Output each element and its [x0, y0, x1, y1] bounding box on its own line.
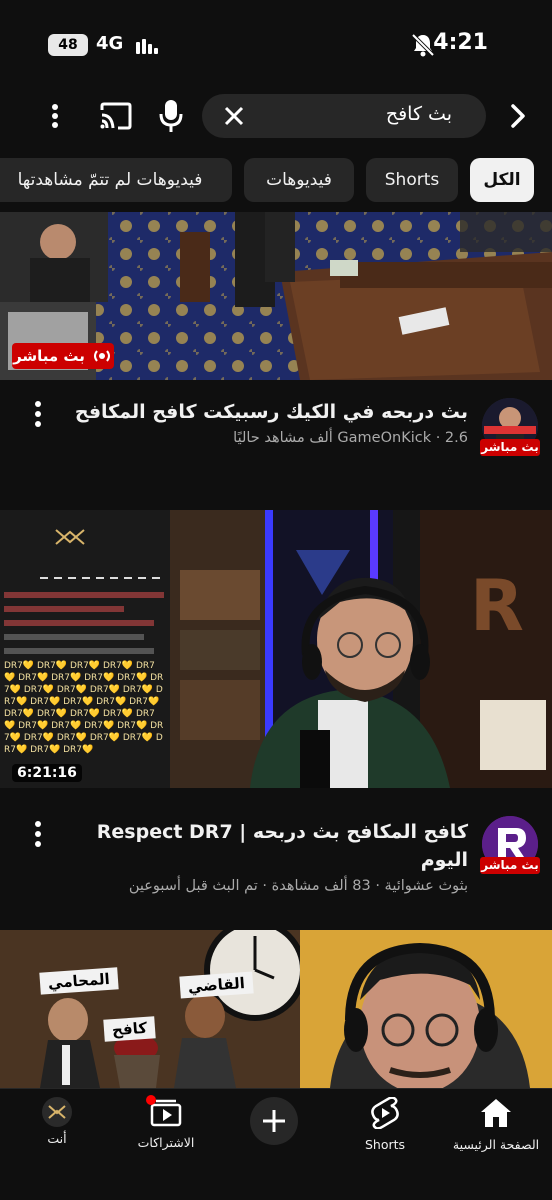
- chat-repeat-13: DR7: [89, 685, 109, 695]
- chat-repeat-11: DR7: [23, 685, 43, 695]
- avatar-logo-icon: [48, 1105, 66, 1119]
- video-title-2-line1[interactable]: كافح المكافح بث دربحه | Respect DR7: [48, 818, 468, 846]
- nav-home-label: الصفحة الرئيسية: [452, 1137, 540, 1152]
- nav-subscriptions[interactable]: الاشتراكات: [128, 1095, 204, 1150]
- chat-repeat-1: DR7: [4, 661, 23, 671]
- chip-all[interactable]: الكل: [470, 158, 534, 202]
- video-title-1[interactable]: بث دربحه في الكيك رسبيكت كافح المكافح: [48, 398, 468, 426]
- live-badge-label: بث مباشر: [13, 347, 85, 365]
- chat-repeat-3: DR7: [70, 661, 89, 671]
- chat-repeat-26: DR7: [51, 721, 70, 731]
- video-menu-2[interactable]: [30, 820, 46, 848]
- video-menu-1[interactable]: [30, 400, 46, 428]
- video-meta-2: بثوث عشوائية · 83 ألف مشاهدة · تم البث ق…: [128, 878, 468, 894]
- search-header: بث كافح: [0, 92, 552, 142]
- chevron-right-icon: [511, 104, 525, 128]
- status-bar: 48 4G 4:21: [0, 0, 552, 90]
- chat-repeat-30: DR7: [23, 733, 43, 743]
- filter-chips: الكل Shorts فيديوهات فيديوهات لم تتمّ مش…: [0, 158, 552, 202]
- chat-repeat-32: DR7: [89, 733, 109, 743]
- notification-dot: [146, 1095, 156, 1105]
- cast-icon: [100, 102, 132, 130]
- chat-repeat-9: DR7: [117, 673, 136, 683]
- chat-repeat-22: DR7: [70, 709, 89, 719]
- video-thumbnail-1[interactable]: بث مباشر: [0, 212, 552, 380]
- voice-search-button[interactable]: [154, 96, 188, 136]
- video-thumbnail-3[interactable]: المحامي القاضي كافح: [0, 930, 552, 1088]
- chat-repeat-19: DR7: [129, 697, 148, 707]
- create-button[interactable]: [250, 1097, 298, 1145]
- chat-repeat-33: DR7: [122, 733, 142, 743]
- battery-indicator: 48: [48, 34, 88, 56]
- chat-repeat-28: DR7: [117, 721, 136, 731]
- chat-repeat-5: DR7: [136, 661, 155, 671]
- chat-repeat-4: DR7: [103, 661, 122, 671]
- home-icon: [481, 1099, 511, 1127]
- chat-repeat-21: DR7: [37, 709, 56, 719]
- chat-repeat-8: DR7: [84, 673, 103, 683]
- clock: 4:21: [433, 30, 488, 55]
- chat-repeat-2: DR7: [37, 661, 56, 671]
- chat-repeat-31: DR7: [56, 733, 76, 743]
- create-plus-icon: [263, 1110, 285, 1132]
- mute-bell-icon: [411, 33, 435, 57]
- bottom-navigation: الصفحة الرئيسية Shorts الاشتراكات أنت: [0, 1088, 552, 1200]
- chip-shorts[interactable]: Shorts: [366, 158, 458, 202]
- shorts-icon: [371, 1096, 399, 1130]
- nav-you-label: أنت: [47, 1131, 67, 1146]
- nav-subscriptions-label: الاشتراكات: [137, 1135, 195, 1150]
- chat-repeat-7: DR7: [51, 673, 70, 683]
- more-options-button[interactable]: [40, 98, 70, 134]
- avatar-live-badge: بث مباشر: [480, 439, 540, 456]
- microphone-icon: [159, 100, 183, 132]
- chip-unwatched[interactable]: فيديوهات لم تتمّ مشاهدتها: [0, 158, 232, 202]
- chip-videos[interactable]: فيديوهات: [244, 158, 354, 202]
- search-input[interactable]: بث كافح: [202, 94, 486, 138]
- search-query: بث كافح: [385, 103, 452, 125]
- thumbnail-image-3: [0, 930, 552, 1088]
- live-badge: بث مباشر: [12, 343, 114, 369]
- chat-repeat-25: DR7: [18, 721, 37, 731]
- chat-repeat-18: DR7: [96, 697, 115, 707]
- close-icon: [224, 106, 244, 126]
- avatar-live-badge-2: بث مباشر: [480, 857, 540, 874]
- cast-button[interactable]: [96, 98, 136, 134]
- svg-text:R: R: [470, 565, 524, 647]
- chat-repeat-20: DR7: [4, 709, 23, 719]
- chat-overlay: DR7💛 DR7💛 DR7💛 DR7💛 DR7💛 DR7💛 DR7💛 DR7💛 …: [4, 661, 164, 755]
- nav-home[interactable]: الصفحة الرئيسية: [450, 1097, 542, 1152]
- clear-search-button[interactable]: [220, 102, 248, 130]
- nav-you[interactable]: أنت: [36, 1097, 78, 1146]
- video-info-2: بث مباشر كافح المكافح بث دربحه | Respect…: [0, 800, 552, 910]
- chat-repeat-16: DR7: [30, 697, 49, 707]
- video-title-2-line2[interactable]: اليوم: [48, 846, 468, 874]
- network-type: 4G: [96, 33, 124, 54]
- nav-shorts-label: Shorts: [364, 1137, 406, 1152]
- video-meta-1: GameOnKick · 2.6 ألف مشاهد حاليًا: [233, 430, 468, 446]
- chat-repeat-36: DR7: [63, 745, 82, 755]
- video-duration: 6:21:16: [12, 764, 82, 782]
- signal-icon: [136, 39, 158, 54]
- more-vert-icon: [52, 104, 58, 128]
- chat-repeat-14: DR7: [122, 685, 142, 695]
- nav-create[interactable]: [250, 1097, 302, 1145]
- chat-repeat-17: DR7: [63, 697, 82, 707]
- video-info-1: بث مباشر بث دربحه في الكيك رسبيكت كافح ا…: [0, 380, 552, 480]
- video-thumbnail-2[interactable]: R DR7💛 DR7💛 DR7💛 DR7💛 DR7💛 DR7💛 DR7💛 DR7…: [0, 510, 552, 788]
- chat-repeat-12: DR7: [56, 685, 76, 695]
- chat-repeat-35: DR7: [30, 745, 49, 755]
- chat-repeat-27: DR7: [84, 721, 103, 731]
- label-kafeh: كافح: [103, 1016, 156, 1042]
- chat-repeat-23: DR7: [103, 709, 122, 719]
- you-avatar-icon: [42, 1097, 72, 1127]
- chat-repeat-24: DR7: [136, 709, 155, 719]
- back-button[interactable]: [502, 98, 534, 134]
- live-broadcast-icon: [93, 350, 110, 362]
- nav-shorts[interactable]: Shorts: [350, 1096, 420, 1152]
- chat-repeat-6: DR7: [18, 673, 37, 683]
